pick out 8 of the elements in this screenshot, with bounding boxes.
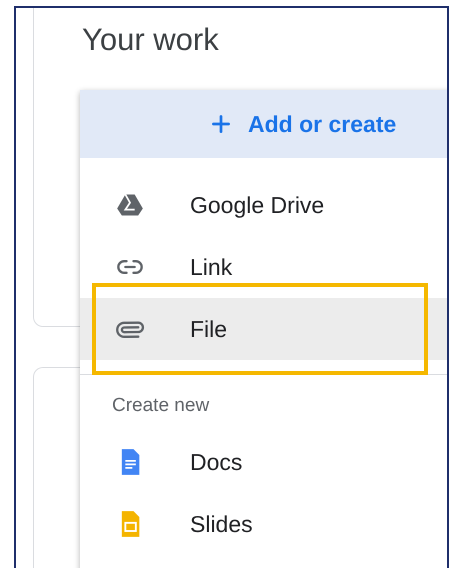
menu-item[interactable]: Docs [80, 431, 447, 493]
menu-item[interactable]: File [80, 298, 447, 360]
section-title: Your work [82, 22, 219, 58]
menu-item[interactable]: Google Drive [80, 174, 447, 236]
add-or-create-button[interactable]: Add or create [80, 90, 447, 158]
menu-item[interactable]: Slides [80, 493, 447, 555]
menu-item[interactable]: Link [80, 236, 447, 298]
section-heading: Create new [112, 395, 210, 417]
